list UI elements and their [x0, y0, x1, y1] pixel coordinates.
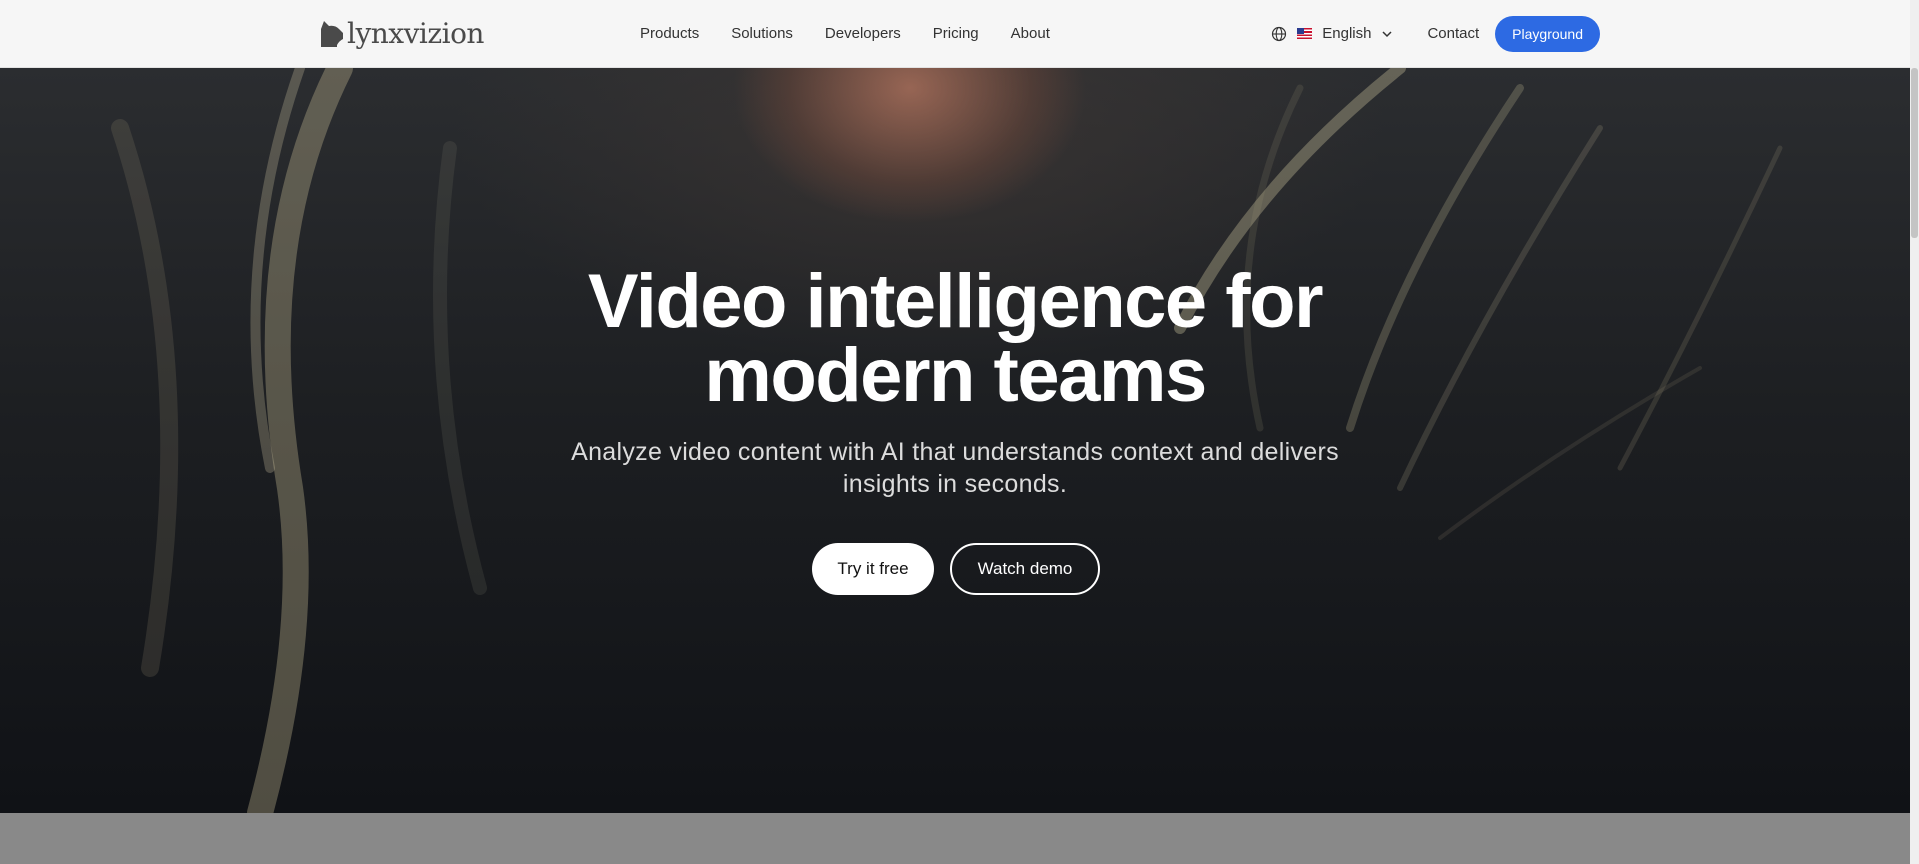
nav-item-solutions[interactable]: Solutions [731, 25, 793, 42]
top-navigation-bar: lynxvizion Products Solutions Developers… [0, 0, 1910, 68]
try-it-free-button[interactable]: Try it free [812, 543, 934, 595]
hero-headline-line-1: Video intelligence for [587, 259, 1324, 344]
nav-item-pricing[interactable]: Pricing [933, 25, 979, 42]
main-nav: Products Solutions Developers Pricing Ab… [640, 0, 1082, 67]
page-scrollbar[interactable] [1910, 0, 1919, 864]
nav-item-about[interactable]: About [1011, 25, 1050, 42]
nav-item-products[interactable]: Products [640, 25, 699, 42]
chevron-down-icon [1382, 30, 1392, 37]
hero-subtitle: Analyze video content with AI that under… [571, 438, 1339, 498]
watch-demo-button[interactable]: Watch demo [950, 543, 1100, 595]
language-label: English [1322, 25, 1372, 42]
hero-headline-line-2: modern teams [704, 333, 1207, 418]
globe-icon [1272, 26, 1287, 41]
language-selector[interactable]: English [1271, 25, 1393, 42]
us-flag-icon [1297, 28, 1313, 39]
header-actions: English Contact Playground [1271, 0, 1600, 67]
lynx-head-icon [321, 21, 343, 47]
hero-content: Video intelligence for modern teams Anal… [0, 68, 1910, 813]
brand-name: lynxvizion [347, 17, 484, 50]
hero-section: Video intelligence for modern teams Anal… [0, 68, 1910, 813]
brand-logo[interactable]: lynxvizion [319, 14, 484, 54]
next-section [0, 813, 1910, 864]
nav-item-developers[interactable]: Developers [825, 25, 901, 42]
contact-link[interactable]: Contact [1427, 25, 1479, 42]
scrollbar-thumb[interactable] [1911, 68, 1918, 238]
hero-headline: Video intelligence for modern teams [0, 259, 1910, 418]
playground-button[interactable]: Playground [1495, 15, 1600, 52]
